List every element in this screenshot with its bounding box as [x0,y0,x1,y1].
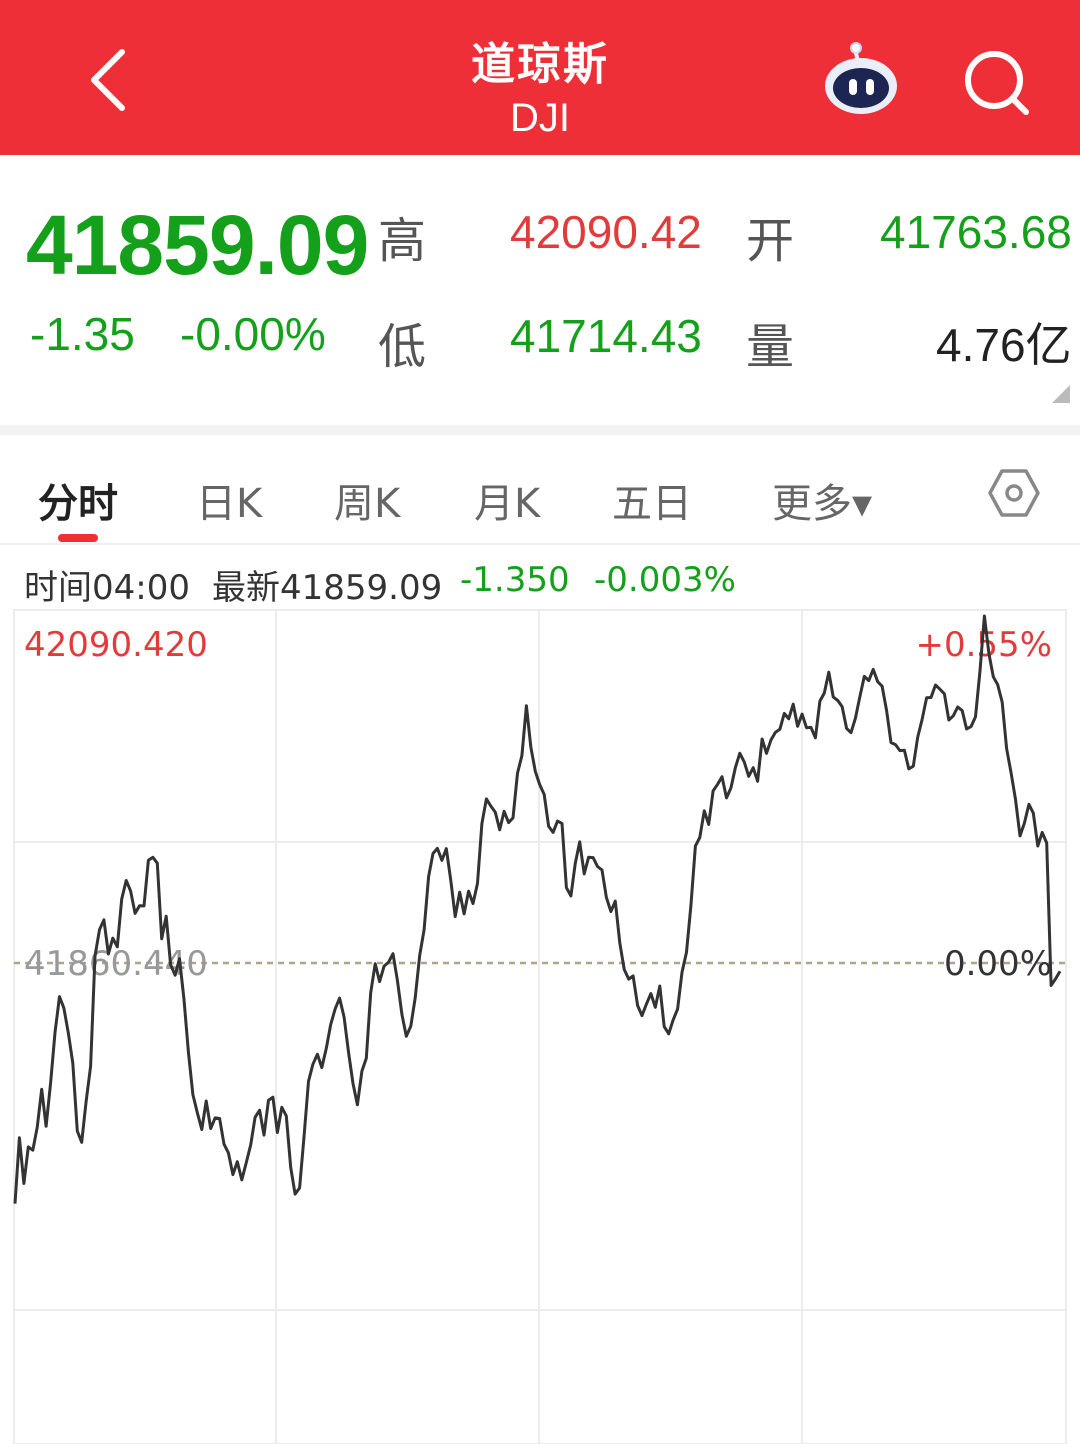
info-latest: 最新41859.09 [212,568,443,608]
tab-monthly-k[interactable]: 月K [474,471,540,529]
intraday-chart-svg: 42090.420 +0.55%41860.440 0.00% [13,609,1067,1444]
section-divider [0,425,1080,435]
chart-line-group [13,614,1062,1204]
chart-settings-button[interactable] [988,467,1040,519]
volume-label: 量 [746,319,795,375]
max-price-label: 42090.420 [24,625,208,665]
search-button[interactable] [958,44,1038,124]
tab-intraday[interactable]: 分时 [38,471,118,529]
intraday-chart[interactable]: 42090.420 +0.55% 41860.440 0.00% [0,608,1080,1444]
current-price: 41859.09 [26,198,369,292]
robot-icon [825,42,897,114]
info-change: -1.350 [460,560,570,600]
page-title: 道琼斯 [471,39,609,90]
crosshair-info-bar: 时间04:00 最新41859.09 -1.350 -0.003% [0,556,1080,608]
chart-grid [13,609,1067,1444]
expand-corner-icon[interactable] [1052,385,1070,403]
assistant-button[interactable] [818,40,904,120]
app-header: 道琼斯 DJI [0,0,1080,155]
tab-weekly-k[interactable]: 周K [334,471,400,529]
info-change-percent: -0.003% [594,560,736,600]
chart-tabs: 分时 日K 周K 月K 五日 更多▾ [0,435,1080,545]
low-label: 低 [378,319,427,375]
high-label: 高 [378,213,427,269]
open-label: 开 [746,213,795,269]
price-change: -1.35 [30,308,135,360]
price-line [13,614,1062,1204]
base-percent-label: 0.00% [944,944,1052,984]
high-value: 42090.42 [510,206,702,258]
hexagon-settings-icon [988,469,1040,517]
quote-panel: 41859.09 -1.35 -0.00% 高 42090.42 开 41763… [0,155,1080,425]
price-change-percent: -0.00% [180,308,326,360]
tab-five-day[interactable]: 五日 [612,471,692,529]
open-value: 41763.68 [880,206,1072,258]
volume-value: 4.76亿 [936,319,1072,371]
tab-daily-k[interactable]: 日K [196,471,262,529]
active-tab-indicator [58,534,98,542]
low-value: 41714.43 [510,310,702,362]
search-icon [965,51,1029,115]
page-subtitle: DJI [510,96,570,140]
tab-more[interactable]: 更多▾ [772,471,872,529]
info-time: 时间04:00 [24,568,190,608]
